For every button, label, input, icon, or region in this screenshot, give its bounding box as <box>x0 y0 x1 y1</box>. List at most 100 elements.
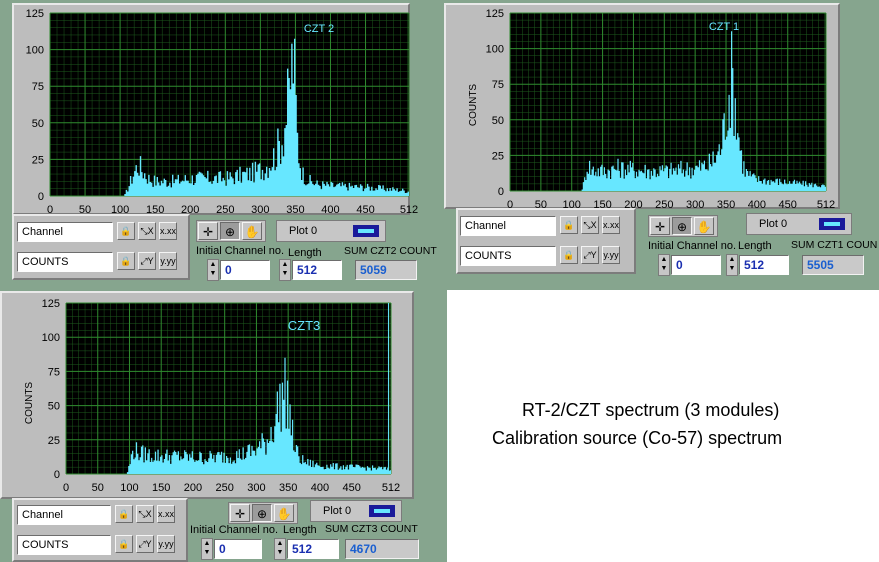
graph-panel-czt2: 0 50 100 150 200 250 300 350 400 450 512 0 25 50 75 100… <box>12 3 419 216</box>
y-tick-label: 75 <box>32 81 44 93</box>
y-autoscale-icon[interactable]: ⤢Y <box>581 246 599 264</box>
crosshair-icon[interactable]: ✛ <box>650 217 670 235</box>
spin-up-icon[interactable]: ▲ ▼ <box>279 259 291 281</box>
lock-icon[interactable]: 🔒 <box>115 535 133 553</box>
length-input[interactable]: 512 <box>287 539 339 559</box>
legend-swatch-icon <box>353 225 379 237</box>
y-format-icon[interactable]: y.yy <box>157 535 175 553</box>
x-tick-label: 400 <box>311 482 329 494</box>
lock-icon[interactable]: 🔒 <box>560 216 578 234</box>
y-tick-label: 125 <box>26 8 44 20</box>
spin-up-icon[interactable]: ▲ ▼ <box>207 259 219 281</box>
x-tick-label: 0 <box>63 482 69 494</box>
y-axis-label: COUNTS <box>468 84 479 127</box>
y-scale-name-field[interactable]: COUNTS <box>17 535 111 555</box>
legend-label: Plot 0 <box>323 505 352 517</box>
y-tick-label: 25 <box>32 154 44 166</box>
x-format-icon[interactable]: x.xx <box>157 505 175 523</box>
x-tick-label: 450 <box>356 204 374 216</box>
lock-icon[interactable]: 🔒 <box>560 246 578 264</box>
x-autoscale-icon[interactable]: ⤡X <box>136 505 154 523</box>
crosshair-icon[interactable]: ✛ <box>198 222 218 240</box>
pan-icon[interactable]: ✋ <box>242 222 262 240</box>
sum-count-indicator: 5059 <box>355 260 417 280</box>
x-tick-label: 250 <box>216 482 234 494</box>
x-tick-label: 512 <box>400 204 418 216</box>
x-tick-label: 350 <box>717 199 735 211</box>
y-format-icon[interactable]: y.yy <box>159 252 177 270</box>
y-tick-label: 0 <box>54 469 60 481</box>
plot-legend-czt3[interactable]: Plot 0 <box>310 500 402 522</box>
zoom-icon[interactable]: ⊕ <box>672 217 692 235</box>
length-input[interactable]: 512 <box>739 255 789 275</box>
y-tick-label: 50 <box>492 115 504 127</box>
plot-area <box>66 303 391 474</box>
x-tick-label: 512 <box>817 199 835 211</box>
initial-channel-input[interactable]: 0 <box>220 260 270 280</box>
pan-icon[interactable]: ✋ <box>274 504 294 522</box>
y-scale-name-field[interactable]: COUNTS <box>17 252 113 272</box>
crosshair-icon[interactable]: ✛ <box>230 504 250 522</box>
x-tick-label: 200 <box>184 482 202 494</box>
plot-legend-czt2[interactable]: Plot 0 <box>276 220 386 242</box>
chart-czt2: 0 50 100 150 200 250 300 350 400 450 5120255075100… <box>26 8 419 216</box>
plot-area <box>510 13 826 191</box>
x-format-icon[interactable]: x.xx <box>602 216 620 234</box>
chart-czt3: 0 50 100 150 200 250 300 350 400 450 512 0 25 50 75 100… <box>24 298 400 494</box>
initial-channel-label: Initial Channel no. <box>648 240 737 252</box>
zoom-icon[interactable]: ⊕ <box>252 504 272 522</box>
x-tick-label: 512 <box>382 482 400 494</box>
y-format-icon[interactable]: y.yy <box>602 246 620 264</box>
y-tick-label: 0 <box>38 191 44 203</box>
caption-line-2: Calibration source (Co-57) spectrum <box>492 428 783 448</box>
x-tick-label: 250 <box>216 204 234 216</box>
x-tick-label: 350 <box>286 204 304 216</box>
x-tick-label: 450 <box>342 482 360 494</box>
length-input[interactable]: 512 <box>292 260 342 280</box>
graph-palette-czt1: ✛ ⊕ ✋ <box>648 215 718 237</box>
plot-area <box>50 13 409 196</box>
x-tick-label: 250 <box>655 199 673 211</box>
initial-channel-input[interactable]: 0 <box>214 539 262 559</box>
graph-panel-czt1: 0 50 100 150 200 250 300 350 400 450 512 0 25 50 75 100… <box>444 3 840 211</box>
x-tick-label: 350 <box>279 482 297 494</box>
sum-count-indicator: 5505 <box>802 255 864 275</box>
y-tick-label: 50 <box>48 401 60 413</box>
spin-up-icon[interactable]: ▲ ▼ <box>274 538 286 560</box>
plot-legend-czt1[interactable]: Plot 0 <box>746 213 852 235</box>
lock-icon[interactable]: 🔒 <box>115 505 133 523</box>
white-background-area <box>447 290 879 562</box>
x-autoscale-icon[interactable]: ⤡X <box>138 222 156 240</box>
x-autoscale-icon[interactable]: ⤡X <box>581 216 599 234</box>
initial-channel-input[interactable]: 0 <box>671 255 721 275</box>
x-tick-label: 450 <box>779 199 797 211</box>
x-format-icon[interactable]: x.xx <box>159 222 177 240</box>
x-scale-name-field[interactable]: Channel <box>460 216 556 236</box>
y-axis-label: COUNTS <box>24 382 35 425</box>
y-tick-label: 100 <box>26 45 44 57</box>
x-scale-name-field[interactable]: Channel <box>17 222 113 242</box>
y-tick-label: 100 <box>486 44 504 56</box>
lock-icon[interactable]: 🔒 <box>117 222 135 240</box>
zoom-icon[interactable]: ⊕ <box>220 222 240 240</box>
graph-palette-czt2: ✛ ⊕ ✋ <box>196 220 266 242</box>
y-tick-label: 0 <box>498 186 504 198</box>
length-label: Length <box>288 247 322 259</box>
y-tick-label: 25 <box>48 435 60 447</box>
legend-label: Plot 0 <box>759 218 788 230</box>
y-autoscale-icon[interactable]: ⤢Y <box>138 252 156 270</box>
x-tick-label: 100 <box>120 482 138 494</box>
sum-count-indicator: 4670 <box>345 539 419 559</box>
initial-channel-label: Initial Channel no. <box>190 524 279 536</box>
y-scale-name-field[interactable]: COUNTS <box>460 246 556 266</box>
pan-icon[interactable]: ✋ <box>694 217 714 235</box>
x-scale-name-field[interactable]: Channel <box>17 505 111 525</box>
x-tick-label: 400 <box>748 199 766 211</box>
chart-czt1: 0 50 100 150 200 250 300 350 400 450 5120255075100… <box>468 8 835 211</box>
spin-up-icon[interactable]: ▲ ▼ <box>658 254 670 276</box>
y-autoscale-icon[interactable]: ⤢Y <box>136 535 154 553</box>
spin-up-icon[interactable]: ▲ ▼ <box>201 538 213 560</box>
spin-up-icon[interactable]: ▲ ▼ <box>726 254 738 276</box>
lock-icon[interactable]: 🔒 <box>117 252 135 270</box>
length-label: Length <box>738 240 772 252</box>
